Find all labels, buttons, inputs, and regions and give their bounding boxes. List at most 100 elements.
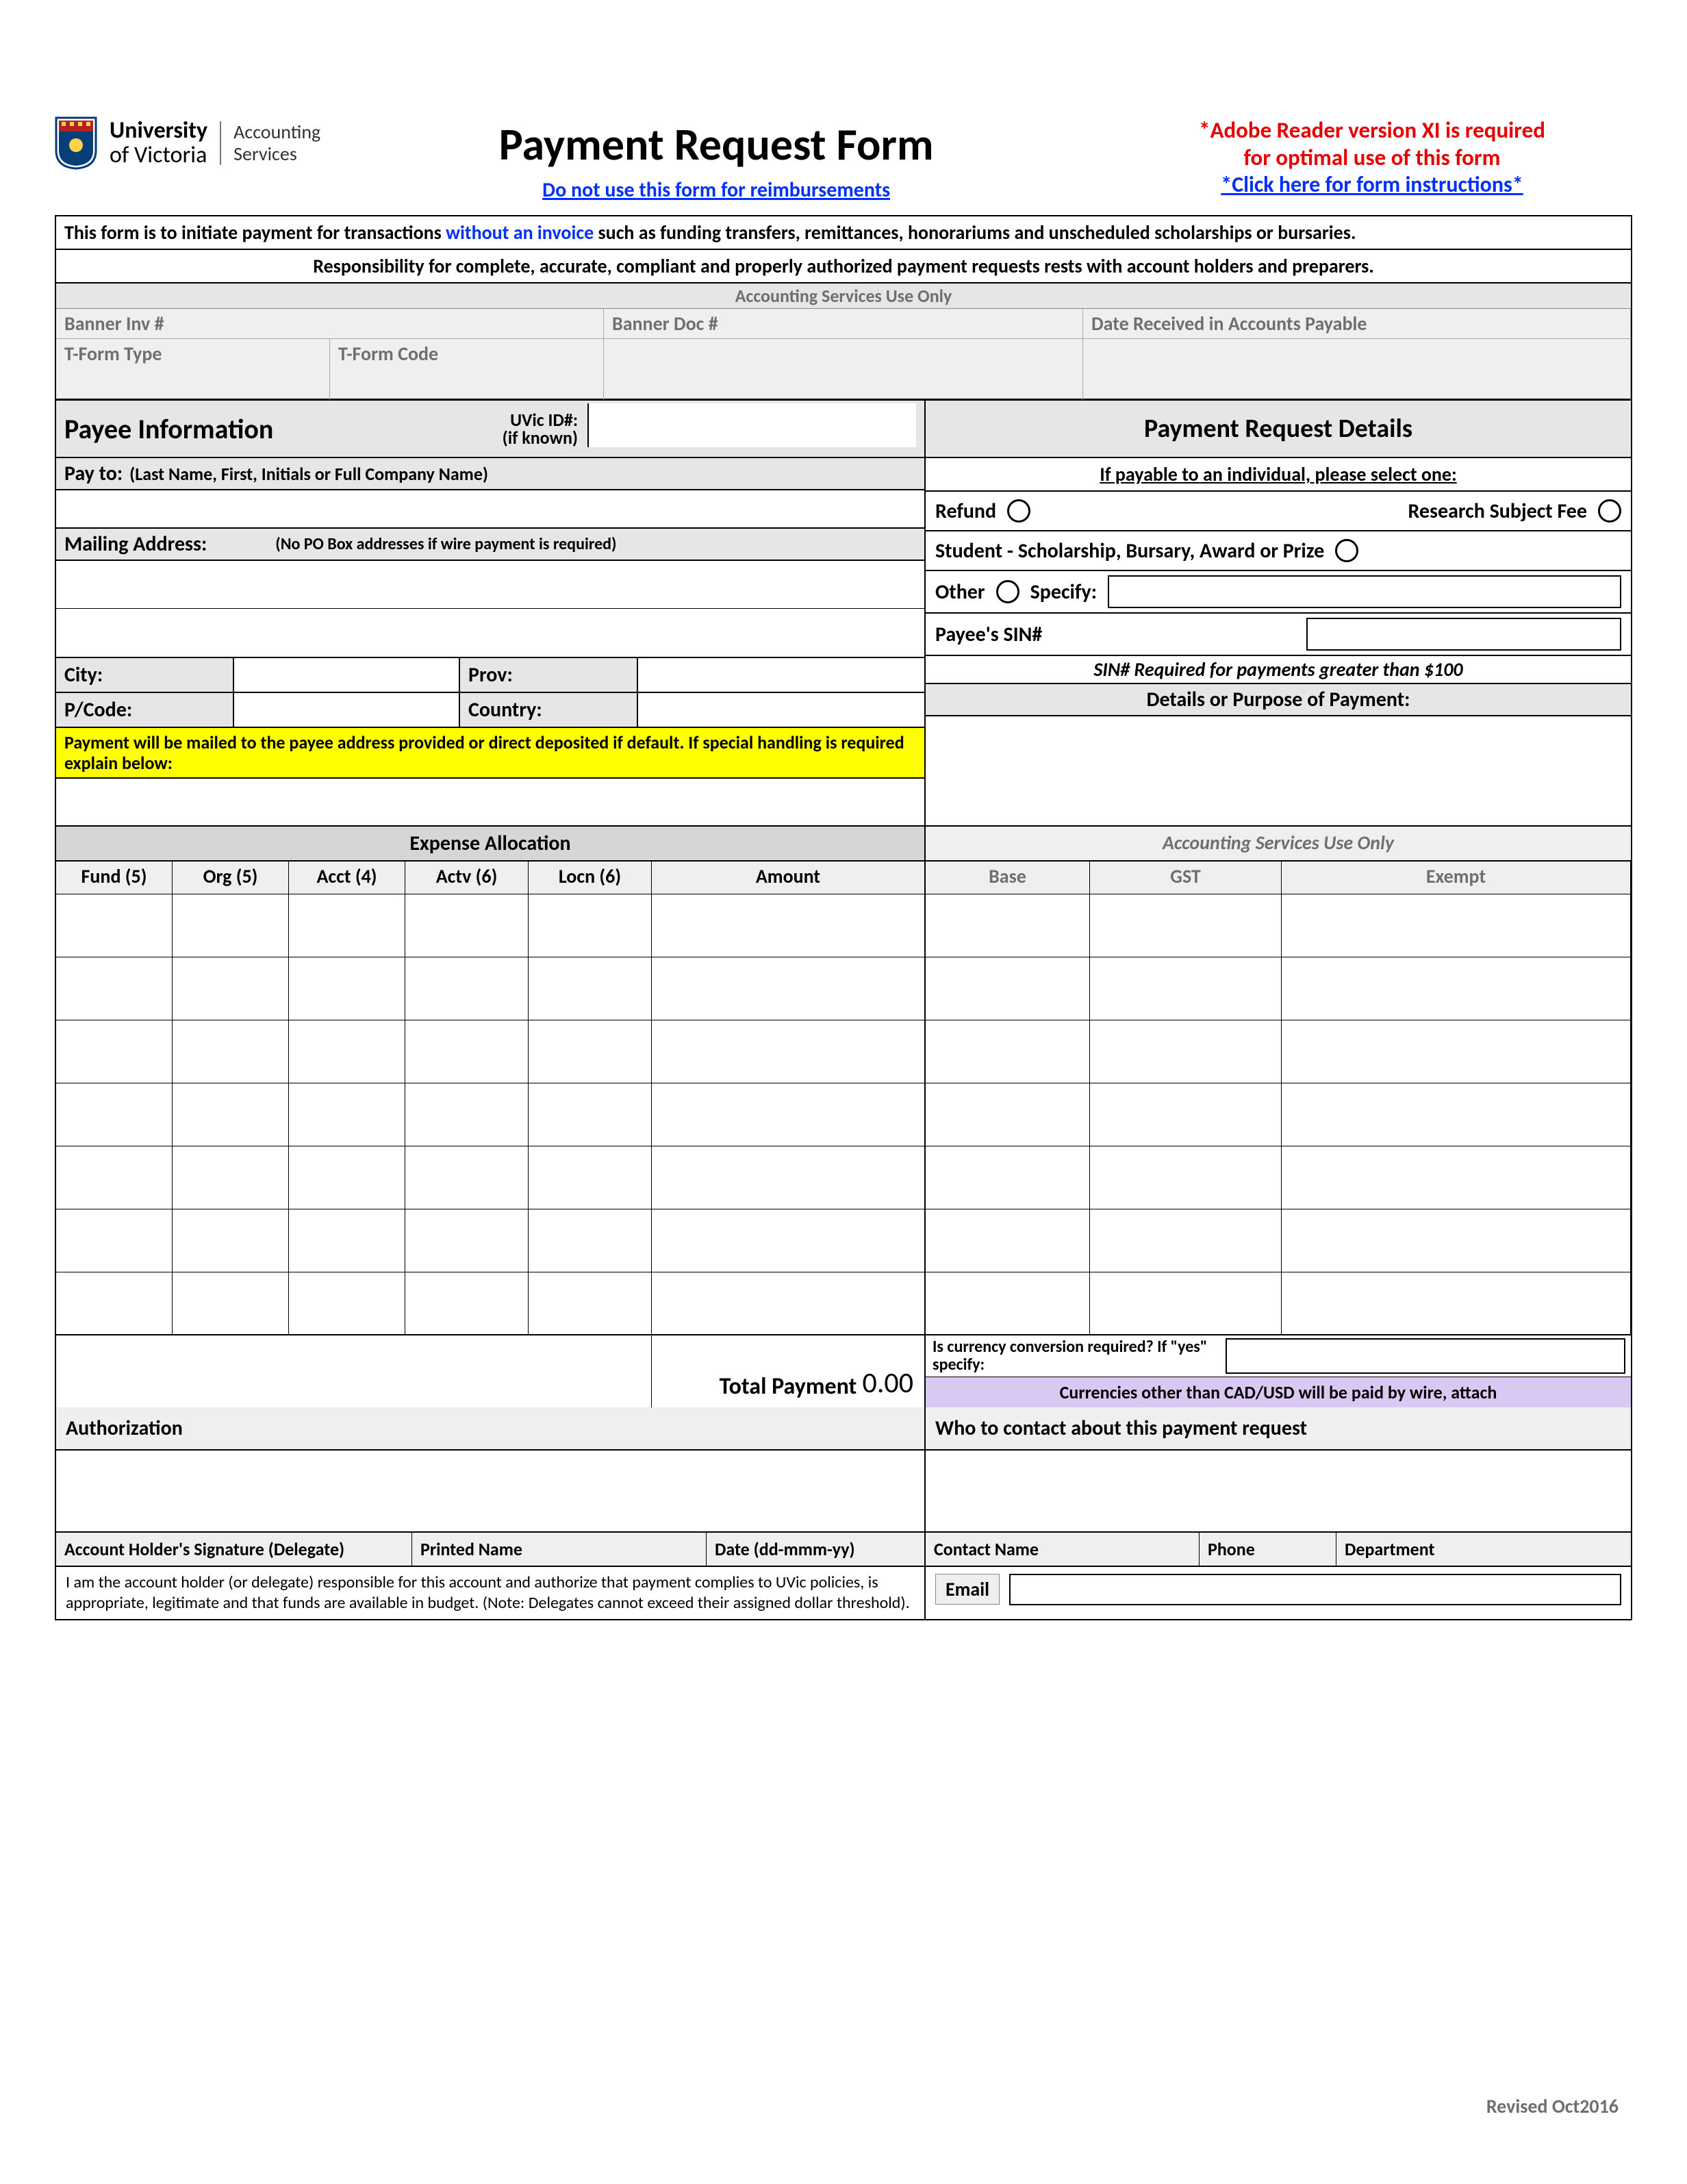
allocation-cell[interactable] xyxy=(1090,1020,1282,1083)
allocation-cell[interactable] xyxy=(56,1209,173,1272)
allocation-cell[interactable] xyxy=(926,1272,1090,1335)
allocation-cell[interactable] xyxy=(405,1020,529,1083)
allocation-cell[interactable] xyxy=(529,894,652,957)
allocation-cell[interactable] xyxy=(289,1020,405,1083)
allocation-cell[interactable] xyxy=(173,1083,289,1146)
col-fund: Fund (5) xyxy=(56,862,173,894)
mailing-address-input-2[interactable] xyxy=(56,609,926,657)
purpose-input[interactable] xyxy=(926,716,1631,827)
allocation-cell[interactable] xyxy=(529,1146,652,1209)
allocation-cell[interactable] xyxy=(289,957,405,1020)
allocation-cell[interactable] xyxy=(1282,1272,1631,1335)
allocation-cell[interactable] xyxy=(926,1083,1090,1146)
signature-area[interactable] xyxy=(56,1451,926,1533)
allocation-cell[interactable] xyxy=(173,957,289,1020)
allocation-cell[interactable] xyxy=(1282,1083,1631,1146)
sin-input[interactable] xyxy=(1306,618,1621,651)
signature-label: Account Holder's Signature (Delegate) xyxy=(56,1533,412,1567)
allocation-cell[interactable] xyxy=(56,1083,173,1146)
city-input[interactable] xyxy=(234,658,460,693)
allocation-cell[interactable] xyxy=(926,1146,1090,1209)
allocation-cell[interactable] xyxy=(529,957,652,1020)
student-radio[interactable] xyxy=(1335,539,1358,562)
contact-area[interactable] xyxy=(926,1451,1631,1533)
allocation-cell[interactable] xyxy=(405,1083,529,1146)
allocation-cell[interactable] xyxy=(652,1020,926,1083)
payto-input[interactable] xyxy=(56,490,926,529)
allocation-cell[interactable] xyxy=(652,1209,926,1272)
other-radio[interactable] xyxy=(996,580,1019,603)
allocation-cell[interactable] xyxy=(529,1209,652,1272)
allocation-cell[interactable] xyxy=(56,1020,173,1083)
pcode-input[interactable] xyxy=(234,693,460,728)
allocation-cell[interactable] xyxy=(173,1272,289,1335)
research-fee-radio[interactable] xyxy=(1598,499,1621,523)
allocation-cell[interactable] xyxy=(1282,957,1631,1020)
student-row: Student - Scholarship, Bursary, Award or… xyxy=(926,531,1631,571)
handling-explain-input[interactable] xyxy=(56,779,926,827)
date-received-value[interactable] xyxy=(1083,339,1631,401)
allocation-cell[interactable] xyxy=(652,1083,926,1146)
allocation-cell[interactable] xyxy=(1090,1083,1282,1146)
allocation-cell[interactable] xyxy=(1090,1209,1282,1272)
allocation-cell[interactable] xyxy=(529,1272,652,1335)
country-input[interactable] xyxy=(638,693,926,728)
total-label: Total Payment xyxy=(720,1374,857,1400)
allocation-cell[interactable] xyxy=(56,1146,173,1209)
allocation-cell[interactable] xyxy=(1282,1146,1631,1209)
prov-input[interactable] xyxy=(638,658,926,693)
allocation-cell[interactable] xyxy=(529,1083,652,1146)
allocation-cell[interactable] xyxy=(173,1209,289,1272)
logo-block: University of Victoria Accounting Servic… xyxy=(55,116,320,170)
allocation-cell[interactable] xyxy=(1282,1209,1631,1272)
refund-label: Refund xyxy=(935,499,996,524)
allocation-cell[interactable] xyxy=(405,894,529,957)
allocation-cell[interactable] xyxy=(56,894,173,957)
allocation-cell[interactable] xyxy=(926,957,1090,1020)
specify-input[interactable] xyxy=(1108,575,1621,608)
allocation-cell[interactable] xyxy=(1282,894,1631,957)
email-input[interactable] xyxy=(1009,1574,1621,1605)
allocation-cell[interactable] xyxy=(173,894,289,957)
allocation-cell[interactable] xyxy=(173,1146,289,1209)
allocation-cell[interactable] xyxy=(652,1146,926,1209)
banner-doc-label: Banner Doc # xyxy=(604,309,1083,339)
allocation-cell[interactable] xyxy=(652,957,926,1020)
university-name-2: of Victoria xyxy=(110,143,207,168)
allocation-cell[interactable] xyxy=(289,1209,405,1272)
allocation-cell[interactable] xyxy=(405,957,529,1020)
allocation-cell[interactable] xyxy=(289,894,405,957)
banner-doc-value[interactable] xyxy=(604,339,1083,401)
allocation-cell[interactable] xyxy=(529,1020,652,1083)
allocation-cell[interactable] xyxy=(1282,1020,1631,1083)
allocation-cell[interactable] xyxy=(1090,894,1282,957)
uvic-id-input[interactable] xyxy=(587,403,916,447)
allocation-cell[interactable] xyxy=(1090,1272,1282,1335)
allocation-cell[interactable] xyxy=(405,1272,529,1335)
intro-line-2: Responsibility for complete, accurate, c… xyxy=(56,250,1631,284)
allocation-cell[interactable] xyxy=(1090,957,1282,1020)
allocation-cell[interactable] xyxy=(289,1083,405,1146)
instructions-link[interactable]: *Click here for form instructions* xyxy=(1112,171,1632,198)
payee-info-title: Payee Information xyxy=(64,412,273,446)
disclaimer-text: I am the account holder (or delegate) re… xyxy=(56,1567,926,1619)
allocation-cell[interactable] xyxy=(405,1209,529,1272)
refund-radio[interactable] xyxy=(1007,499,1030,523)
allocation-cell[interactable] xyxy=(926,1209,1090,1272)
currency-input[interactable] xyxy=(1226,1338,1625,1374)
intro-1-blue: without an invoice xyxy=(446,221,594,244)
allocation-cell[interactable] xyxy=(926,1020,1090,1083)
allocation-cell[interactable] xyxy=(56,1272,173,1335)
allocation-table: Fund (5) Org (5) Acct (4) Actv (6) Locn … xyxy=(56,862,1631,894)
allocation-cell[interactable] xyxy=(173,1020,289,1083)
allocation-cell[interactable] xyxy=(405,1146,529,1209)
mailing-address-input-1[interactable] xyxy=(56,561,926,609)
allocation-cell[interactable] xyxy=(652,894,926,957)
allocation-cell[interactable] xyxy=(926,894,1090,957)
allocation-cell[interactable] xyxy=(652,1272,926,1335)
allocation-cell[interactable] xyxy=(56,957,173,1020)
mailing-address-row: Mailing Address: (No PO Box addresses if… xyxy=(56,529,926,561)
allocation-cell[interactable] xyxy=(1090,1146,1282,1209)
allocation-cell[interactable] xyxy=(289,1272,405,1335)
allocation-cell[interactable] xyxy=(289,1146,405,1209)
